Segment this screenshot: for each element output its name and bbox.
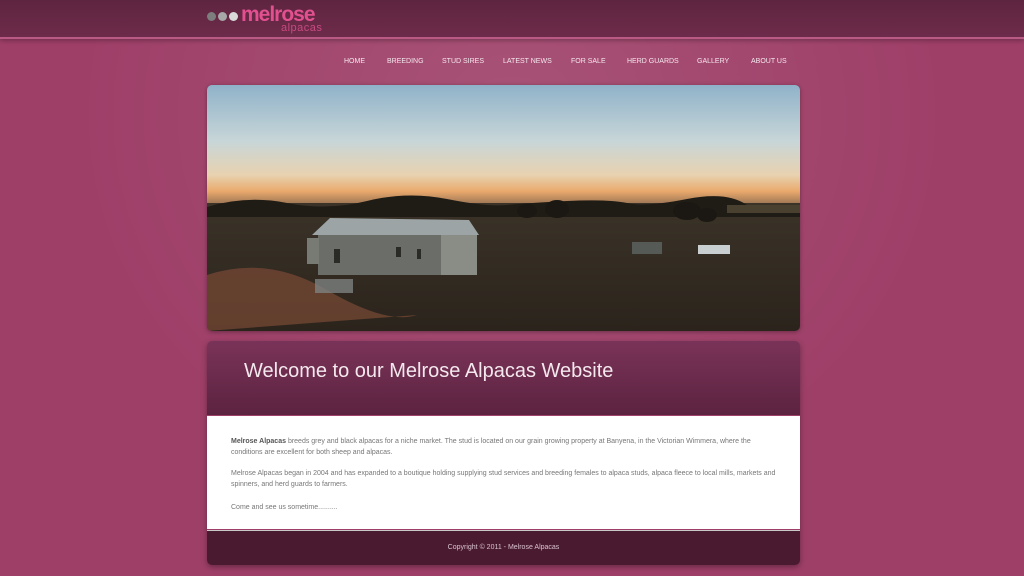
nav-herd-guards[interactable]: HERD GUARDS	[627, 58, 679, 65]
welcome-title: Welcome to our Melrose Alpacas Website	[244, 360, 614, 382]
nav-for-sale[interactable]: FOR SALE	[571, 58, 606, 65]
nav-home[interactable]: HOME	[344, 58, 365, 65]
welcome-panel: Welcome to our Melrose Alpacas Website M…	[207, 341, 800, 565]
copyright-text: Copyright © 2011 - Melrose Alpacas	[447, 544, 560, 551]
nav-latest-news[interactable]: LATEST NEWS	[503, 58, 552, 65]
nav-about-us[interactable]: ABOUT US	[751, 58, 787, 65]
logo-subtext: alpacas	[281, 22, 323, 34]
closing-paragraph: Come and see us sometime..........	[231, 504, 338, 511]
top-bar: melrose alpacas	[0, 0, 1024, 39]
logo-dot-light	[229, 12, 238, 21]
logo-dot-mid	[218, 12, 227, 21]
footer: Copyright © 2011 - Melrose Alpacas	[207, 530, 800, 565]
intro-bold: Melrose Alpacas	[231, 438, 286, 445]
nav-stud-sires[interactable]: STUD SIRES	[442, 58, 484, 65]
nav-gallery[interactable]: GALLERY	[697, 58, 729, 65]
hero-landscape-image	[207, 85, 800, 331]
history-paragraph: Melrose Alpacas began in 2004 and has ex…	[231, 470, 776, 488]
intro-paragraph: Melrose Alpacas breeds grey and black al…	[231, 436, 777, 458]
intro-text: breeds grey and black alpacas for a nich…	[231, 438, 751, 456]
nav-breeding[interactable]: BREEDING	[387, 58, 424, 65]
main-nav: HOME BREEDING STUD SIRES LATEST NEWS FOR…	[0, 58, 1024, 70]
logo-dot-dark	[207, 12, 216, 21]
welcome-body: Melrose Alpacas breeds grey and black al…	[207, 416, 800, 529]
landscape-illustration	[207, 85, 800, 331]
welcome-header: Welcome to our Melrose Alpacas Website	[207, 341, 800, 415]
